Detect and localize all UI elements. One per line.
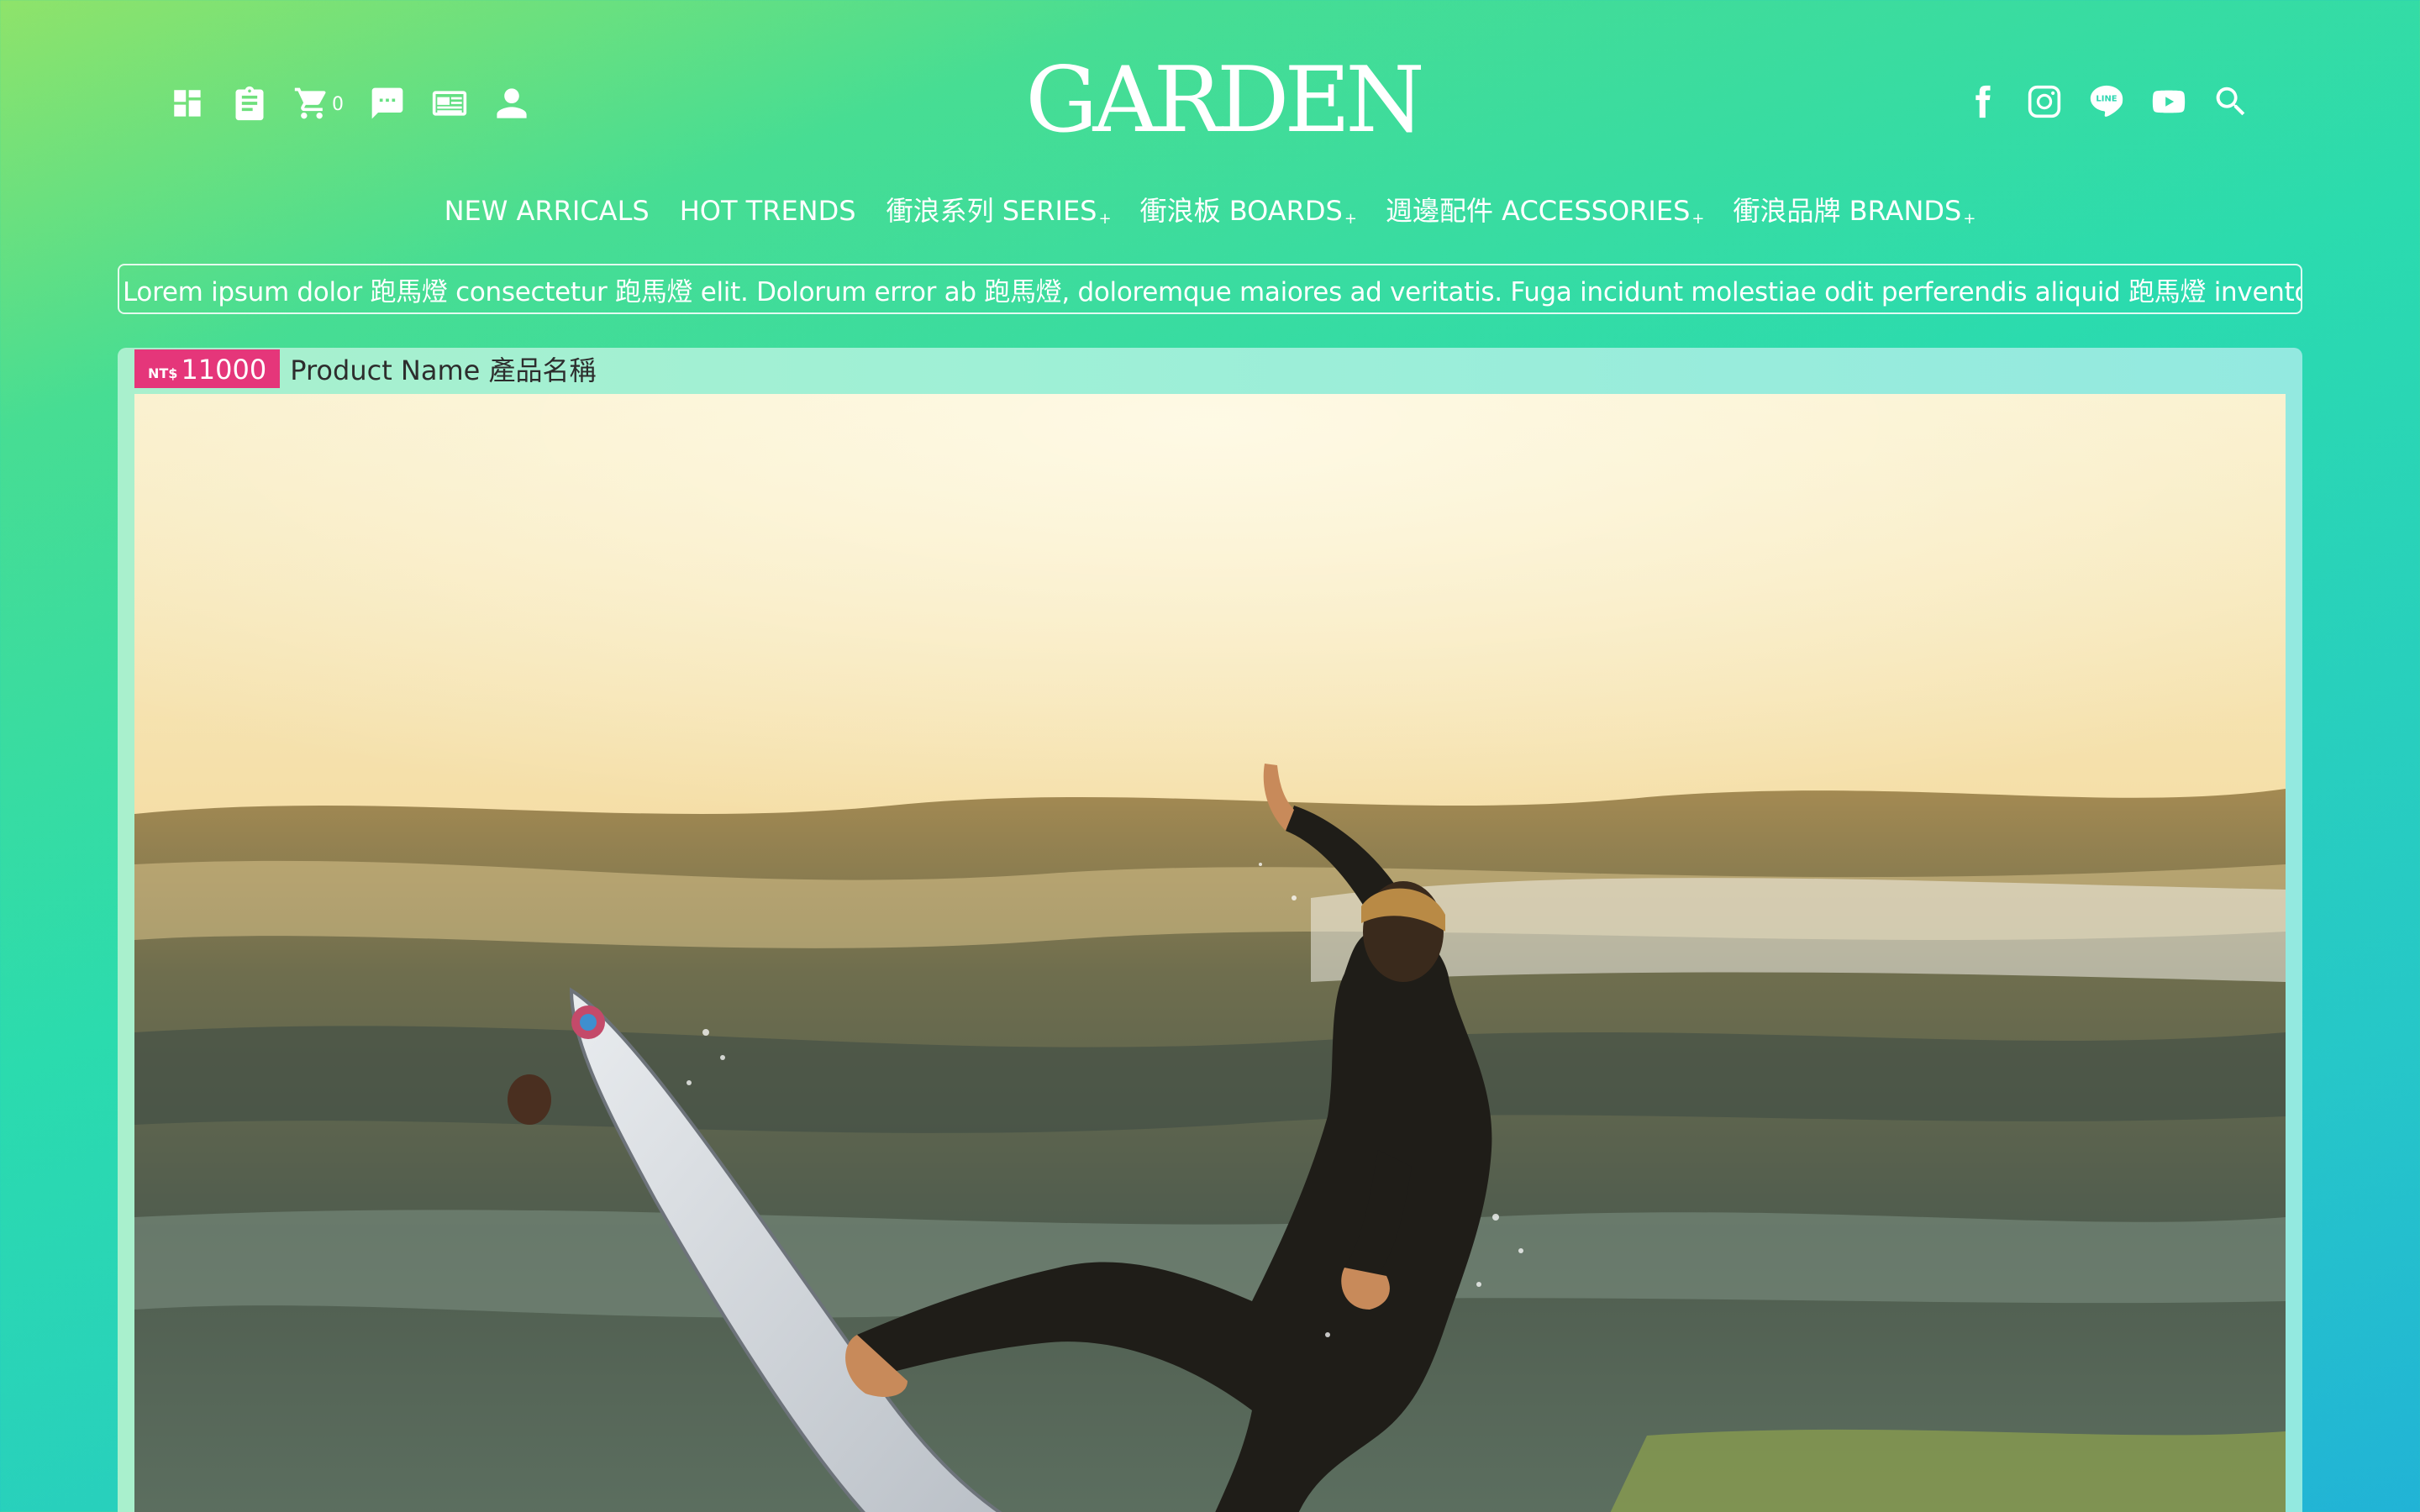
facebook-icon[interactable] — [1961, 81, 2003, 123]
instagram-icon[interactable] — [2023, 81, 2065, 123]
product-image[interactable] — [134, 394, 2286, 1512]
expand-plus-icon: + — [1344, 210, 1357, 228]
dashboard-icon[interactable] — [168, 84, 207, 123]
price-currency: NT$ — [148, 365, 178, 381]
utility-icons: 0 — [168, 84, 531, 123]
cart-button[interactable]: 0 — [292, 84, 345, 123]
expand-plus-icon: + — [1098, 210, 1112, 228]
newspaper-icon[interactable] — [430, 84, 469, 123]
line-badge-text: LINE — [2096, 95, 2117, 104]
price-badge: NT$ 11000 — [134, 349, 281, 388]
nav-item-brands[interactable]: 衝浪品牌 BRANDS + — [1733, 190, 1975, 232]
clipboard-icon[interactable] — [230, 84, 269, 123]
product-card[interactable]: NT$ 11000 Product Name 產品名稱 — [118, 348, 2302, 1512]
surfer-photo — [134, 394, 2286, 1512]
line-icon[interactable]: LINE — [2086, 81, 2128, 123]
product-card-header: NT$ 11000 Product Name 產品名稱 — [134, 349, 597, 388]
cart-count: 0 — [332, 93, 344, 115]
nav-item-series[interactable]: 衝浪系列 SERIES + — [886, 190, 1112, 232]
nav-item-new-arrivals[interactable]: NEW ARRICALS — [445, 190, 651, 232]
nav-item-boards[interactable]: 衝浪板 BOARDS + — [1140, 190, 1357, 232]
price-value: 11000 — [181, 354, 267, 386]
nav-item-hot-trends[interactable]: HOT TRENDS — [680, 190, 858, 232]
youtube-icon[interactable] — [2148, 81, 2190, 123]
nav-item-accessories[interactable]: 週邊配件 ACCESSORIES + — [1386, 190, 1705, 232]
marquee-text: Lorem ipsum dolor 跑馬燈 consectetur 跑馬燈 el… — [123, 276, 2302, 307]
user-icon[interactable] — [492, 84, 531, 123]
search-icon[interactable] — [2210, 81, 2252, 123]
social-icons: LINE — [1961, 81, 2252, 123]
site-logo[interactable]: GARDEN — [1025, 50, 1425, 151]
main-nav: NEW ARRICALS HOT TRENDS 衝浪系列 SERIES + 衝浪… — [0, 190, 2420, 232]
product-name[interactable]: Product Name 產品名稱 — [290, 349, 596, 388]
cart-icon — [294, 87, 326, 119]
message-icon[interactable] — [368, 84, 407, 123]
marquee-banner: Lorem ipsum dolor 跑馬燈 consectetur 跑馬燈 el… — [118, 264, 2302, 314]
expand-plus-icon: + — [1691, 210, 1705, 228]
expand-plus-icon: + — [1963, 210, 1976, 228]
